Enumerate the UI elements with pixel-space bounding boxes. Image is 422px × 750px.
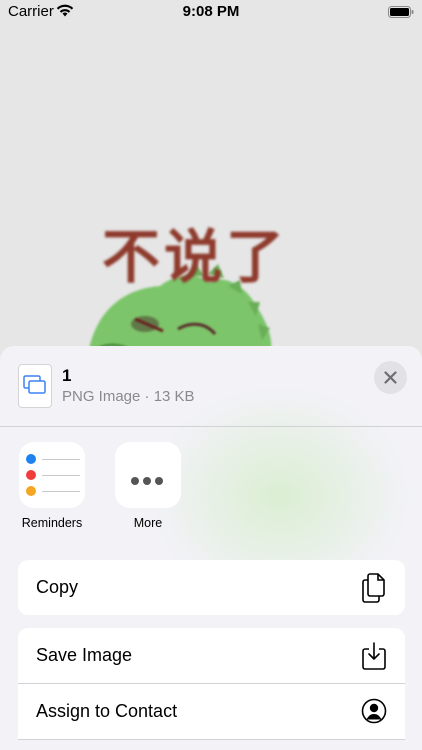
close-button[interactable] bbox=[374, 361, 407, 394]
header-divider bbox=[0, 426, 422, 427]
close-icon bbox=[384, 371, 397, 384]
copy-action[interactable]: Copy bbox=[18, 560, 405, 615]
copy-action-label: Copy bbox=[36, 577, 79, 597]
status-time: 9:08 PM bbox=[182, 3, 240, 20]
action-separator bbox=[18, 739, 405, 740]
app-reminders[interactable]: Reminders bbox=[19, 442, 85, 530]
contact-icon bbox=[361, 697, 387, 730]
save-image-action[interactable]: Save Image bbox=[18, 628, 405, 683]
shared-image-preview: 不说了 bbox=[0, 24, 422, 364]
copy-icon bbox=[361, 573, 387, 608]
battery-icon bbox=[388, 5, 414, 18]
status-bar: Carrier 9:08 PM bbox=[0, 0, 422, 24]
reminders-icon bbox=[19, 442, 85, 508]
share-sheet-header: 1 PNG Image · 13 KB bbox=[0, 346, 422, 426]
more-icon bbox=[115, 442, 181, 508]
file-meta: PNG Image · 13 KB bbox=[62, 388, 195, 405]
dinosaur-sticker-image bbox=[88, 264, 272, 355]
app-more[interactable]: More bbox=[115, 442, 181, 530]
save-icon bbox=[361, 641, 387, 676]
save-image-action-label: Save Image bbox=[36, 645, 133, 665]
assign-to-contact-label: Assign to Contact bbox=[36, 701, 178, 721]
file-name: 1 bbox=[62, 366, 72, 385]
assign-to-contact-action[interactable]: Assign to Contact bbox=[18, 684, 405, 739]
file-thumbnail-icon bbox=[18, 364, 52, 408]
share-sheet: 1 PNG Image · 13 KB Reminders More Copy … bbox=[0, 346, 422, 750]
sticker-caption: 不说了 bbox=[102, 223, 289, 291]
app-label-reminders: Reminders bbox=[21, 516, 83, 530]
app-label-more: More bbox=[133, 516, 163, 530]
